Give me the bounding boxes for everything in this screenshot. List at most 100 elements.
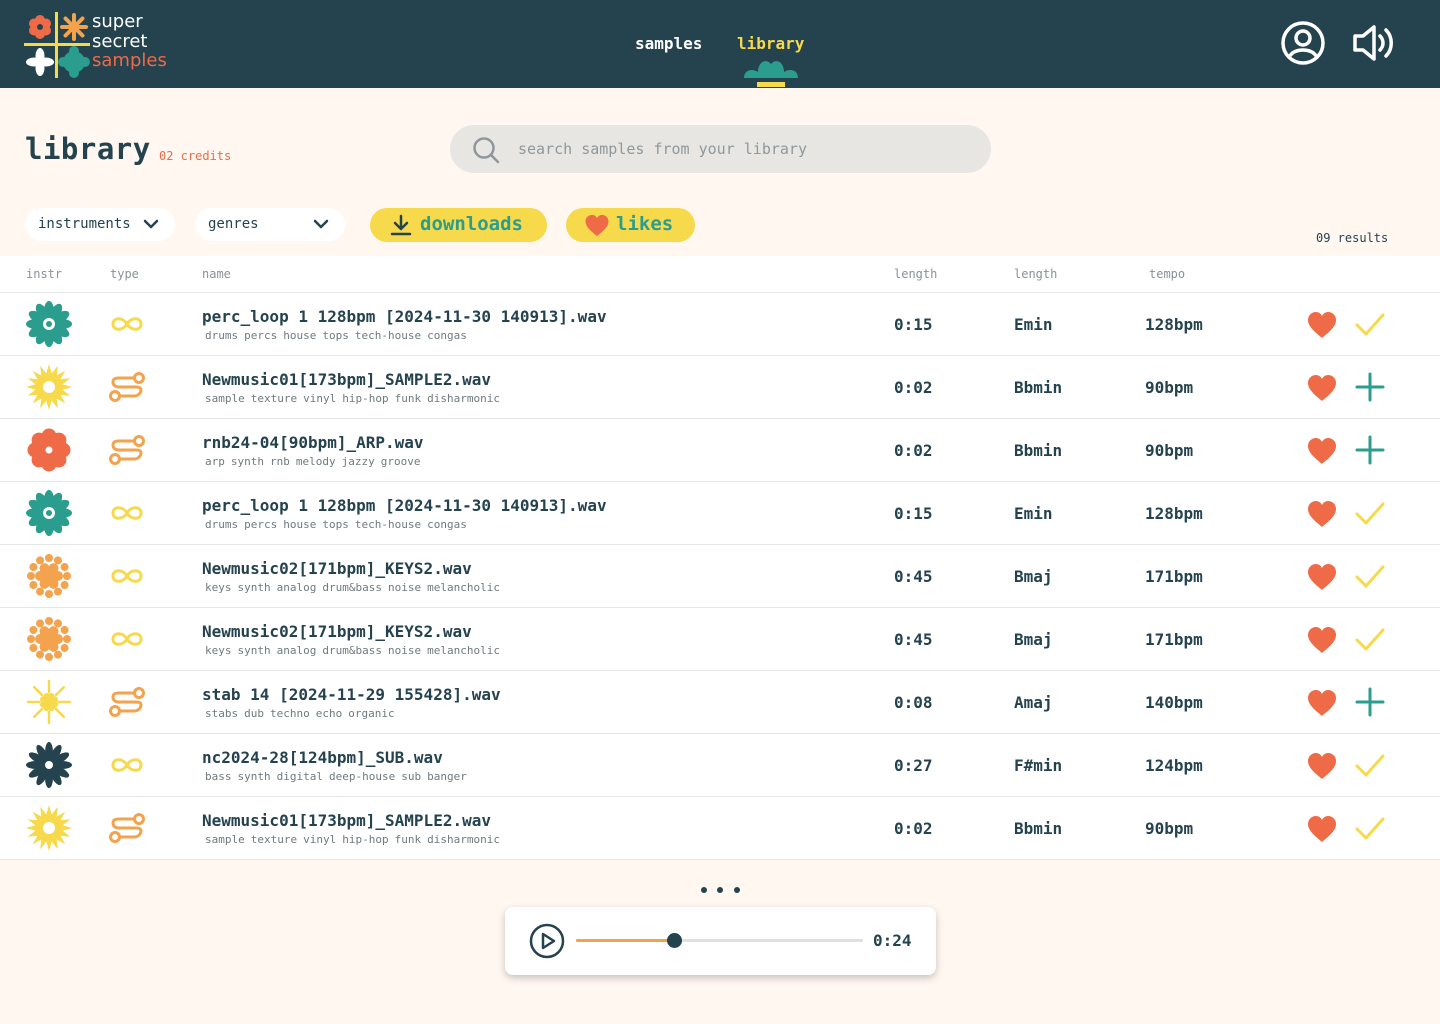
tag[interactable]: drums [205,518,238,531]
column-name[interactable]: name [202,267,231,281]
tag[interactable]: synth [238,644,271,657]
sample-name[interactable]: stab 14 [2024-11-29 155428].wav [202,685,501,704]
sample-name[interactable]: Newmusic01[173bpm]_SAMPLE2.wav [202,370,491,389]
sample-row[interactable]: rnb24-04[90bpm]_ARP.wav arp synth rnb melod… [0,419,1440,482]
tag[interactable]: sample [205,833,245,846]
tag[interactable]: keys [205,581,232,594]
tag[interactable]: melancholic [427,581,500,594]
more-dots-icon[interactable] [700,886,744,894]
like-heart-icon[interactable] [1307,500,1337,528]
add-icon[interactable] [1354,686,1386,718]
tag[interactable]: texture [251,833,297,846]
tag[interactable]: sample [205,392,245,405]
tag[interactable]: noise [388,581,421,594]
tag[interactable]: disharmonic [427,392,500,405]
sample-row[interactable]: Newmusic01[173bpm]_SAMPLE2.wav sample tex… [0,797,1440,860]
tag[interactable]: synth [238,770,271,783]
check-icon[interactable] [1354,812,1386,844]
tag[interactable]: groove [381,455,421,468]
sample-name[interactable]: Newmusic02[171bpm]_KEYS2.wav [202,559,472,578]
column-tempo[interactable]: tempo [1149,267,1185,281]
sample-name[interactable]: rnb24-04[90bpm]_ARP.wav [202,433,424,452]
genres-dropdown[interactable]: genres [195,208,345,241]
tag[interactable]: drum&bass [322,581,382,594]
tag[interactable]: echo [316,707,343,720]
like-heart-icon[interactable] [1307,752,1337,780]
search-bar[interactable] [450,125,991,173]
tag[interactable]: synth [238,581,271,594]
check-icon[interactable] [1354,308,1386,340]
sample-name[interactable]: nc2024-28[124bpm]_SUB.wav [202,748,443,767]
sample-row[interactable]: stab 14 [2024-11-29 155428].wav stabs dub… [0,671,1440,734]
sample-row[interactable]: Newmusic02[171bpm]_KEYS2.wav keys synth an… [0,608,1440,671]
tag[interactable]: analog [277,581,317,594]
add-icon[interactable] [1354,434,1386,466]
sample-name[interactable]: perc_loop 1 128bpm [2024-11-30 140913].w… [202,307,607,326]
tag[interactable]: stabs [205,707,238,720]
tag[interactable]: house [283,329,316,342]
tag[interactable]: vinyl [303,392,336,405]
tag[interactable]: noise [388,644,421,657]
tag[interactable]: vinyl [303,833,336,846]
sample-name[interactable]: Newmusic02[171bpm]_KEYS2.wav [202,622,472,641]
tag[interactable]: synth [231,455,264,468]
tag[interactable]: hip-hop [342,833,388,846]
tag[interactable]: jazzy [342,455,375,468]
nav-samples[interactable]: samples [635,34,702,53]
tag[interactable]: funk [395,392,422,405]
progress-track[interactable] [576,933,863,948]
tag[interactable]: funk [395,833,422,846]
tag[interactable]: disharmonic [427,833,500,846]
like-heart-icon[interactable] [1307,815,1337,843]
tag[interactable]: deep-house [329,770,395,783]
instruments-dropdown[interactable]: instruments [25,208,175,241]
tag[interactable]: bass [205,770,232,783]
progress-handle[interactable] [666,933,682,948]
volume-icon[interactable] [1350,19,1398,67]
tag[interactable]: organic [348,707,394,720]
nav-library[interactable]: library [737,34,804,53]
downloads-filter-button[interactable]: downloads [370,208,547,242]
like-heart-icon[interactable] [1307,374,1337,402]
tag[interactable]: congas [427,329,467,342]
tag[interactable]: rnb [270,455,290,468]
tag[interactable]: banger [427,770,467,783]
tag[interactable]: drum&bass [322,644,382,657]
check-icon[interactable] [1354,560,1386,592]
tag[interactable]: techno [270,707,310,720]
tag[interactable]: tops [322,329,349,342]
tag[interactable]: tech-house [355,329,421,342]
tag[interactable]: tech-house [355,518,421,531]
sample-row[interactable]: Newmusic01[173bpm]_SAMPLE2.wav sample tex… [0,356,1440,419]
tag[interactable]: congas [427,518,467,531]
like-heart-icon[interactable] [1307,689,1337,717]
likes-filter-button[interactable]: likes [566,208,695,242]
tag[interactable]: melody [296,455,336,468]
like-heart-icon[interactable] [1307,626,1337,654]
add-icon[interactable] [1354,371,1386,403]
sample-row[interactable]: Newmusic02[171bpm]_KEYS2.wav keys synth an… [0,545,1440,608]
tag[interactable]: percs [244,329,277,342]
tag[interactable]: texture [251,392,297,405]
tag[interactable]: drums [205,329,238,342]
sample-row[interactable]: nc2024-28[124bpm]_SUB.wav bass synth digit… [0,734,1440,797]
tag[interactable]: percs [244,518,277,531]
like-heart-icon[interactable] [1307,311,1337,339]
play-icon[interactable] [529,923,565,959]
sample-name[interactable]: Newmusic01[173bpm]_SAMPLE2.wav [202,811,491,830]
sample-name[interactable]: perc_loop 1 128bpm [2024-11-30 140913].w… [202,496,607,515]
check-icon[interactable] [1354,623,1386,655]
tag[interactable]: arp [205,455,225,468]
column-key[interactable]: length [1014,267,1057,281]
user-account-icon[interactable] [1279,19,1327,67]
tag[interactable]: dub [244,707,264,720]
logo[interactable]: super secret samples [24,12,174,78]
tag[interactable]: house [283,518,316,531]
column-type[interactable]: type [110,267,139,281]
tag[interactable]: analog [277,644,317,657]
sample-row[interactable]: perc_loop 1 128bpm [2024-11-30 140913].w… [0,482,1440,545]
column-length[interactable]: length [894,267,937,281]
sample-row[interactable]: perc_loop 1 128bpm [2024-11-30 140913].w… [0,293,1440,356]
like-heart-icon[interactable] [1307,437,1337,465]
check-icon[interactable] [1354,749,1386,781]
